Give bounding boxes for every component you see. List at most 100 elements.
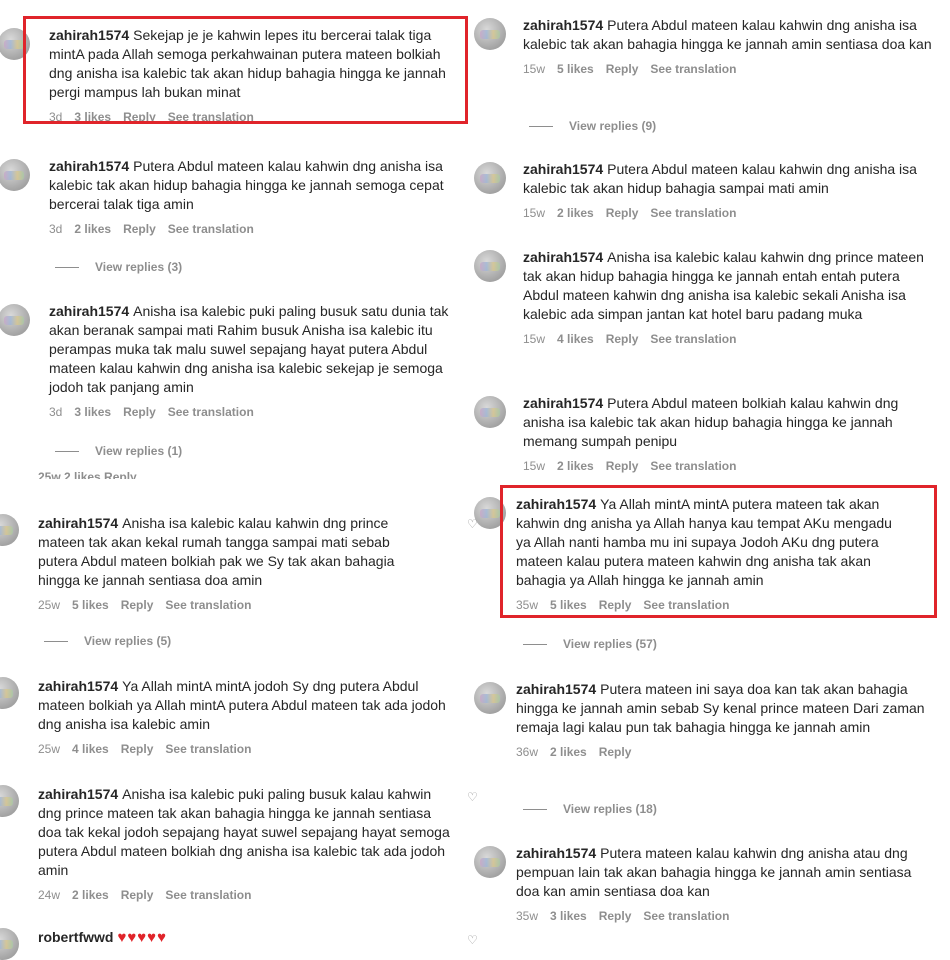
comment-meta: 35w 3 likes Reply See translation [516,909,931,923]
timestamp[interactable]: 15w [523,459,545,473]
timestamp[interactable]: 15w [523,206,545,220]
see-translation-link[interactable]: See translation [168,110,254,124]
likes-count[interactable]: 2 likes [557,206,594,220]
see-translation-link[interactable]: See translation [165,888,251,902]
avatar[interactable] [474,162,506,194]
avatar[interactable] [0,304,30,336]
comment-meta: 15w 2 likes Reply See translation [523,459,928,473]
timestamp[interactable]: 24w [38,888,60,902]
view-replies-button[interactable]: View replies (5) [44,634,171,648]
username[interactable]: robertfwwd [38,929,113,945]
username[interactable]: zahirah1574 [49,303,129,319]
username[interactable]: zahirah1574 [49,27,129,43]
reply-button[interactable]: Reply [121,888,154,902]
view-replies-button[interactable]: View replies (1) [55,444,182,458]
timestamp[interactable]: 35w [516,598,538,612]
divider-line [529,126,553,128]
timestamp[interactable]: 3d [49,222,62,236]
view-replies-button[interactable]: View replies (57) [523,637,657,651]
likes-count[interactable]: 3 likes [74,110,111,124]
comment-meta: 3d 3 likes Reply See translation [49,110,459,124]
timestamp[interactable]: 35w [516,909,538,923]
see-translation-link[interactable]: See translation [168,222,254,236]
timestamp[interactable]: 25w [38,742,60,756]
username[interactable]: zahirah1574 [523,249,603,265]
likes-count[interactable]: 3 likes [74,405,111,419]
reply-button[interactable]: Reply [123,222,156,236]
reply-button[interactable]: Reply [599,745,632,759]
likes-count[interactable]: 5 likes [557,62,594,76]
reply-button[interactable]: Reply [606,332,639,346]
avatar[interactable] [0,677,19,709]
timestamp[interactable]: 3d [49,405,62,419]
see-translation-link[interactable]: See translation [650,459,736,473]
like-heart-icon[interactable]: ♡ [467,790,478,804]
username[interactable]: zahirah1574 [516,681,596,697]
reply-button[interactable]: Reply [606,62,639,76]
avatar[interactable] [0,928,19,960]
username[interactable]: zahirah1574 [523,395,603,411]
timestamp[interactable]: 15w [523,62,545,76]
comment-text: zahirah1574 Putera Abdul mateen kalau kah… [523,17,932,52]
username[interactable]: zahirah1574 [516,845,596,861]
likes-count[interactable]: 2 likes [74,222,111,236]
username[interactable]: zahirah1574 [38,786,118,802]
avatar[interactable] [474,396,506,428]
see-translation-link[interactable]: See translation [168,405,254,419]
comment-meta: 3d 2 likes Reply See translation [49,222,464,236]
username[interactable]: zahirah1574 [38,678,118,694]
comment-text: robertfwwd ♥♥♥♥♥ [38,928,338,947]
reply-button[interactable]: Reply [121,598,154,612]
reply-button[interactable]: Reply [123,405,156,419]
see-translation-link[interactable]: See translation [165,742,251,756]
username[interactable]: zahirah1574 [516,496,596,512]
divider-line [55,451,79,453]
like-heart-icon[interactable]: ♡ [467,933,478,947]
timestamp[interactable]: 36w [516,745,538,759]
view-replies-button[interactable]: View replies (9) [529,119,656,133]
username[interactable]: zahirah1574 [523,17,603,33]
comment-text: zahirah1574 Putera mateen kalau kahwin dn… [516,845,912,899]
likes-count[interactable]: 2 likes [72,888,109,902]
reply-button[interactable]: Reply [599,598,632,612]
like-heart-icon[interactable]: ♡ [467,517,478,531]
see-translation-link[interactable]: See translation [643,598,729,612]
username[interactable]: zahirah1574 [38,515,118,531]
avatar[interactable] [0,28,30,60]
likes-count[interactable]: 4 likes [557,332,594,346]
avatar[interactable] [474,250,506,282]
timestamp[interactable]: 15w [523,332,545,346]
comment-meta: 15w 4 likes Reply See translation [523,332,928,346]
see-translation-link[interactable]: See translation [643,909,729,923]
avatar[interactable] [474,682,506,714]
username[interactable]: zahirah1574 [523,161,603,177]
comment-meta: 25w 5 likes Reply See translation [38,598,423,612]
comment-text: zahirah1574 Ya Allah mintA mintA putera m… [516,496,892,588]
username[interactable]: zahirah1574 [49,158,129,174]
avatar[interactable] [0,159,30,191]
avatar[interactable] [0,785,19,817]
reply-button[interactable]: Reply [606,459,639,473]
see-translation-link[interactable]: See translation [650,332,736,346]
avatar[interactable] [474,18,506,50]
likes-count[interactable]: 4 likes [72,742,109,756]
reply-button[interactable]: Reply [121,742,154,756]
reply-button[interactable]: Reply [606,206,639,220]
see-translation-link[interactable]: See translation [650,206,736,220]
reply-button[interactable]: Reply [599,909,632,923]
avatar[interactable] [0,514,19,546]
view-replies-button[interactable]: View replies (3) [55,260,182,274]
avatar[interactable] [474,497,506,529]
likes-count[interactable]: 2 likes [550,745,587,759]
likes-count[interactable]: 2 likes [557,459,594,473]
likes-count[interactable]: 3 likes [550,909,587,923]
avatar[interactable] [474,846,506,878]
likes-count[interactable]: 5 likes [72,598,109,612]
view-replies-button[interactable]: View replies (18) [523,802,657,816]
timestamp[interactable]: 3d [49,110,62,124]
timestamp[interactable]: 25w [38,598,60,612]
reply-button[interactable]: Reply [123,110,156,124]
see-translation-link[interactable]: See translation [650,62,736,76]
likes-count[interactable]: 5 likes [550,598,587,612]
see-translation-link[interactable]: See translation [165,598,251,612]
